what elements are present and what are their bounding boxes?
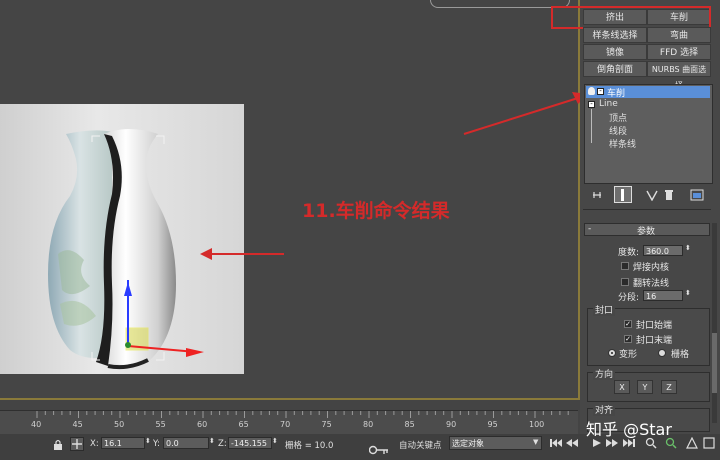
mirror-button[interactable]: 镜像: [583, 44, 647, 60]
flip-normals-checkbox[interactable]: [621, 278, 629, 286]
align-title: 对齐: [593, 403, 616, 416]
x-label: X:: [90, 439, 99, 449]
perspective-viewport[interactable]: 11.车削命令结果: [0, 0, 580, 400]
modifier-lathe-item[interactable]: 车削: [607, 86, 625, 99]
spinner-arrows-icon[interactable]: ⬍: [685, 244, 691, 252]
params-title: 参数: [637, 227, 656, 237]
sub-level-spline[interactable]: 样条线: [609, 137, 636, 150]
modifier-stack-selected-row[interactable]: [586, 86, 710, 98]
timeline-tick-label: 55: [155, 420, 166, 429]
y-label: Y:: [153, 439, 160, 449]
morph-label: 变形: [619, 350, 638, 360]
watermark-text: 知乎 @Star: [586, 420, 672, 439]
weld-core-checkbox[interactable]: [621, 262, 629, 270]
scrollbar-thumb[interactable]: [712, 333, 717, 393]
bevel-profile-button[interactable]: 倒角剖面: [583, 61, 647, 77]
timeline-track[interactable]: 40 45 50 55 60 65 70 75 80 85 90 95 100: [0, 410, 578, 437]
timeline-tick-label: 45: [72, 420, 83, 429]
tree-line: [591, 109, 592, 143]
make-unique-icon[interactable]: [645, 188, 659, 202]
pin-stack-icon[interactable]: [590, 188, 604, 202]
sub-level-vertex[interactable]: 顶点: [609, 111, 627, 124]
cap-end-label: 封口末端: [636, 336, 673, 346]
direction-x-button[interactable]: X: [614, 380, 630, 394]
show-end-result-icon[interactable]: [614, 186, 632, 203]
remove-modifier-icon[interactable]: [662, 188, 676, 202]
capping-title: 封口: [593, 303, 616, 316]
direction-y-button[interactable]: Y: [637, 380, 653, 394]
modifier-stack[interactable]: - 车削 - Line 顶点 线段 样条线: [584, 84, 713, 184]
timeline-ruler: [36, 411, 569, 418]
timeline-tick-label: 95: [487, 420, 498, 429]
degrees-label: 度数:: [618, 248, 640, 258]
field-of-view-icon[interactable]: [686, 437, 698, 449]
z-label: Z:: [218, 439, 227, 449]
degrees-input[interactable]: 360.0: [643, 245, 683, 256]
arrow-to-modifier-annotation: [463, 92, 588, 135]
ffd-select-button[interactable]: FFD 选择: [647, 44, 711, 60]
sub-level-segment[interactable]: 线段: [609, 124, 627, 137]
timeline-tick-label: 40: [31, 420, 42, 429]
timeline-tick-label: 60: [197, 420, 208, 429]
z-coordinate-field[interactable]: -145.155: [228, 437, 272, 449]
timeline-tick-label: 100: [529, 420, 545, 429]
direction-title: 方向: [593, 367, 616, 380]
spinner-arrows-icon[interactable]: ⬍: [685, 289, 691, 297]
bend-button[interactable]: 弯曲: [647, 27, 711, 43]
timeline-tick-label: 85: [404, 420, 415, 429]
vase-illustration: [48, 129, 204, 370]
y-coordinate-field[interactable]: 0.0: [163, 437, 209, 449]
spline-select-button[interactable]: 样条线选择: [583, 27, 647, 43]
vase-render-image: [0, 104, 244, 374]
cap-end-checkbox[interactable]: ✓: [624, 335, 632, 343]
previous-frame-icon[interactable]: [566, 437, 578, 449]
maximize-viewport-icon[interactable]: [703, 437, 715, 449]
configure-modifier-sets-icon[interactable]: [689, 188, 705, 202]
timeline-tick-label: 90: [446, 420, 457, 429]
direction-z-button[interactable]: Z: [661, 380, 677, 394]
go-to-start-icon[interactable]: [549, 437, 563, 449]
spinner-arrows-icon[interactable]: ⬍: [272, 437, 278, 445]
timeline-tick-label: 80: [363, 420, 374, 429]
viewcube-ring[interactable]: [430, 0, 570, 8]
weld-core-label: 焊接内核: [633, 263, 670, 273]
chevron-down-icon[interactable]: ▼: [533, 438, 538, 446]
divider: [583, 209, 711, 210]
segments-input[interactable]: 16: [643, 290, 683, 301]
modifier-line-item[interactable]: Line: [599, 99, 618, 109]
spinner-arrows-icon[interactable]: ⬍: [145, 437, 151, 445]
annotation-caption: 11.车削命令结果: [302, 200, 450, 222]
timeline-tick-label: 65: [238, 420, 249, 429]
segments-label: 分段:: [618, 293, 640, 303]
params-rollout-header[interactable]: - 参数: [584, 223, 710, 237]
spinner-arrows-icon[interactable]: ⬍: [209, 437, 215, 445]
absolute-mode-icon[interactable]: [70, 437, 84, 451]
x-coordinate-field[interactable]: 16.1: [101, 437, 145, 449]
flip-normals-label: 翻转法线: [633, 279, 670, 289]
grid-radio[interactable]: [658, 349, 666, 357]
auto-key-button[interactable]: 自动关键点: [399, 439, 442, 451]
selection-lock-icon[interactable]: [52, 438, 64, 450]
arrow-left-annotation: [200, 248, 284, 260]
morph-radio[interactable]: [608, 349, 616, 357]
highlight-box: [551, 6, 711, 29]
nurbs-surface-select-button[interactable]: NURBS 曲面选择: [647, 61, 711, 90]
cap-start-label: 封口始端: [636, 321, 673, 331]
cap-start-checkbox[interactable]: ✓: [624, 320, 632, 328]
grid-label: 栅格: [671, 350, 690, 360]
grid-size-label: 栅格 = 10.0: [285, 441, 334, 451]
rollout-collapse-icon: -: [588, 224, 592, 234]
selection-filter-dropdown[interactable]: 选定对象: [449, 436, 542, 450]
lightbulb-icon[interactable]: [588, 87, 595, 95]
panel-scrollbar[interactable]: [712, 223, 717, 423]
timeline-tick-label: 70: [280, 420, 291, 429]
timeline-tick-label: 75: [321, 420, 332, 429]
collapse-minus-icon[interactable]: -: [588, 101, 595, 108]
timeline-tick-label: 50: [114, 420, 125, 429]
collapse-minus-icon[interactable]: -: [597, 88, 604, 95]
set-key-icon[interactable]: [368, 444, 390, 456]
